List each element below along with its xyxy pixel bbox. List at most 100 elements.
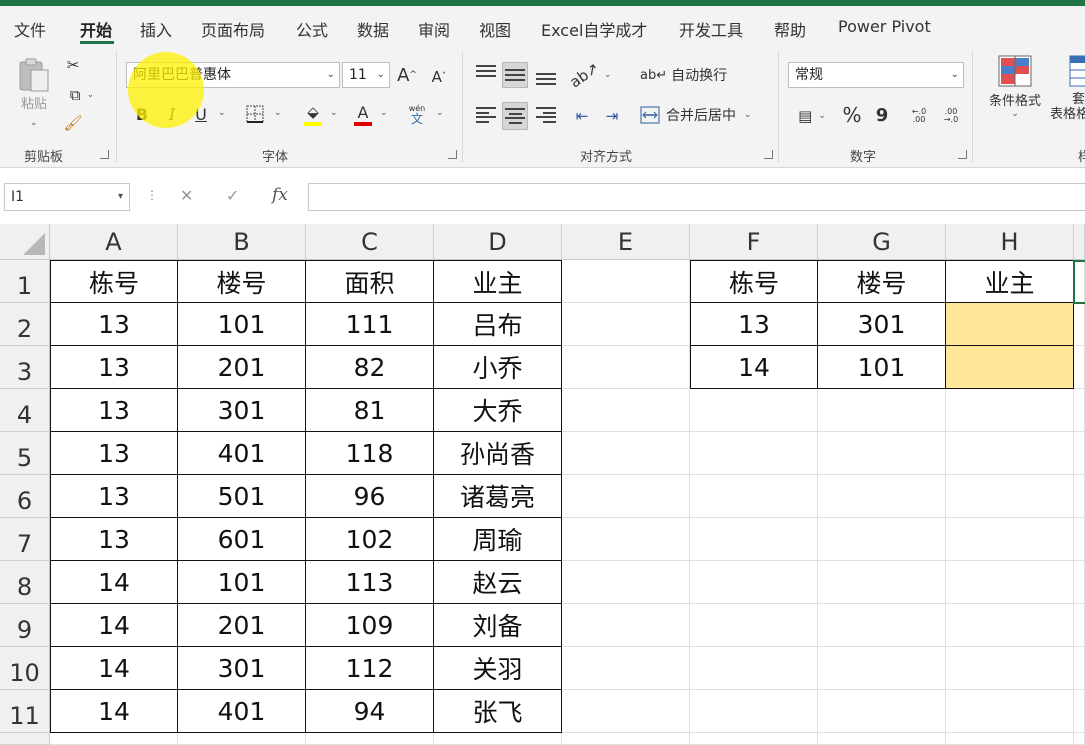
grow-font-button[interactable]: A ^	[396, 62, 418, 88]
underline-dropdown-icon[interactable]: ⌄	[218, 108, 226, 118]
increase-indent-icon[interactable]: ⇥	[600, 104, 624, 128]
cell[interactable]	[690, 518, 818, 561]
cell[interactable]	[1074, 647, 1085, 690]
phonetic-dropdown-icon[interactable]: ⌄	[436, 108, 444, 118]
table-cell[interactable]: 82	[306, 346, 434, 389]
cell[interactable]	[946, 432, 1074, 475]
align-bottom-button[interactable]	[534, 62, 558, 88]
phonetic-button[interactable]: wén 文	[406, 102, 428, 128]
column-header-e[interactable]: E	[562, 224, 690, 260]
cell[interactable]	[690, 690, 818, 733]
table-cell[interactable]: 101	[178, 561, 306, 604]
table-cell[interactable]: 14	[50, 561, 178, 604]
font-color-button[interactable]: A	[352, 100, 374, 128]
column-header-g[interactable]: G	[818, 224, 946, 260]
table-cell[interactable]: 张飞	[434, 690, 562, 733]
lookup-result-cell[interactable]	[946, 303, 1074, 346]
cell[interactable]	[50, 733, 178, 745]
row-header-1[interactable]: 1	[0, 260, 50, 303]
cell[interactable]	[562, 260, 690, 303]
table-cell[interactable]: 96	[306, 475, 434, 518]
cell[interactable]	[818, 432, 946, 475]
percent-button[interactable]: %	[840, 102, 864, 128]
column-header-c[interactable]: C	[306, 224, 434, 260]
format-as-table-button[interactable]: 套 表格格	[1050, 54, 1085, 134]
conditional-formatting-button[interactable]: 条件格式 ⌄	[980, 54, 1050, 134]
lookup-cell[interactable]: 301	[818, 303, 946, 346]
column-header-h[interactable]: H	[946, 224, 1074, 260]
cell[interactable]	[1074, 303, 1085, 346]
cell[interactable]	[946, 475, 1074, 518]
accounting-dropdown-icon[interactable]: ⌄	[818, 111, 826, 121]
table-cell[interactable]: 113	[306, 561, 434, 604]
cell[interactable]	[178, 733, 306, 745]
merge-center-dropdown-icon[interactable]: ⌄	[744, 110, 752, 120]
table-cell[interactable]: 13	[50, 389, 178, 432]
tab-formulas[interactable]: 公式	[296, 17, 328, 41]
cell[interactable]	[690, 475, 818, 518]
row-header-2[interactable]: 2	[0, 303, 50, 346]
tab-excel-self-study[interactable]: Excel自学成才	[541, 17, 647, 41]
tab-view[interactable]: 视图	[479, 17, 511, 41]
italic-button[interactable]: I	[162, 102, 182, 126]
table-cell[interactable]: 401	[178, 690, 306, 733]
table-cell[interactable]: 13	[50, 346, 178, 389]
tab-review[interactable]: 审阅	[418, 17, 450, 41]
alignment-launcher-icon[interactable]	[764, 150, 773, 159]
cell[interactable]	[562, 475, 690, 518]
copy-button[interactable]: ⧉ ⌄	[62, 84, 102, 106]
align-top-button[interactable]	[474, 62, 498, 88]
shrink-font-button[interactable]: Aˇ	[428, 64, 450, 90]
row-header-5[interactable]: 5	[0, 432, 50, 475]
lookup-header-cell[interactable]: 楼号	[818, 260, 946, 303]
cell[interactable]	[818, 518, 946, 561]
cell[interactable]	[690, 647, 818, 690]
font-launcher-icon[interactable]	[448, 150, 457, 159]
paste-button[interactable]: 粘贴	[14, 54, 54, 114]
tab-file[interactable]: 文件	[14, 17, 46, 41]
tab-developer[interactable]: 开发工具	[679, 17, 743, 41]
decrease-decimal-button[interactable]: .00 →.0	[938, 102, 964, 130]
cut-icon[interactable]: ✂	[62, 54, 84, 76]
cell[interactable]	[946, 647, 1074, 690]
format-painter-icon[interactable]: 🖌	[62, 112, 84, 134]
cell[interactable]	[1074, 604, 1085, 647]
enter-icon[interactable]: ✓	[226, 186, 239, 205]
table-cell[interactable]: 13	[50, 475, 178, 518]
table-cell[interactable]: 102	[306, 518, 434, 561]
cell[interactable]	[562, 733, 690, 745]
lookup-header-cell[interactable]: 栋号	[690, 260, 818, 303]
cell[interactable]	[690, 432, 818, 475]
cell[interactable]	[818, 690, 946, 733]
cell[interactable]	[434, 733, 562, 745]
cell[interactable]	[562, 518, 690, 561]
cell[interactable]	[946, 518, 1074, 561]
cell[interactable]	[818, 561, 946, 604]
table-header-cell[interactable]: 楼号	[178, 260, 306, 303]
font-size-combo[interactable]: 11 ⌄	[342, 62, 390, 88]
table-cell[interactable]: 81	[306, 389, 434, 432]
lookup-result-cell[interactable]	[946, 346, 1074, 389]
increase-decimal-button[interactable]: ←.0 .00	[906, 102, 932, 130]
table-cell[interactable]: 401	[178, 432, 306, 475]
font-name-combo[interactable]: 阿里巴巴普惠体 ⌄	[126, 62, 340, 88]
cell[interactable]	[1074, 432, 1085, 475]
cell[interactable]	[1074, 518, 1085, 561]
table-cell[interactable]: 101	[178, 303, 306, 346]
row-header-next[interactable]	[0, 733, 50, 745]
table-cell[interactable]: 14	[50, 690, 178, 733]
tab-page-layout[interactable]: 页面布局	[201, 17, 265, 41]
row-header-10[interactable]: 10	[0, 647, 50, 690]
cell[interactable]	[818, 475, 946, 518]
cell[interactable]	[1074, 733, 1085, 745]
font-color-dropdown-icon[interactable]: ⌄	[380, 108, 388, 118]
row-header-4[interactable]: 4	[0, 389, 50, 432]
cell[interactable]	[1074, 561, 1085, 604]
fill-color-button[interactable]: ⬙	[302, 102, 324, 128]
cell[interactable]	[562, 604, 690, 647]
table-cell[interactable]: 周瑜	[434, 518, 562, 561]
copy-dropdown-icon[interactable]: ⌄	[87, 90, 95, 100]
table-cell[interactable]: 13	[50, 518, 178, 561]
cell[interactable]	[946, 733, 1074, 745]
orientation-dropdown-icon[interactable]: ⌄	[604, 70, 612, 80]
